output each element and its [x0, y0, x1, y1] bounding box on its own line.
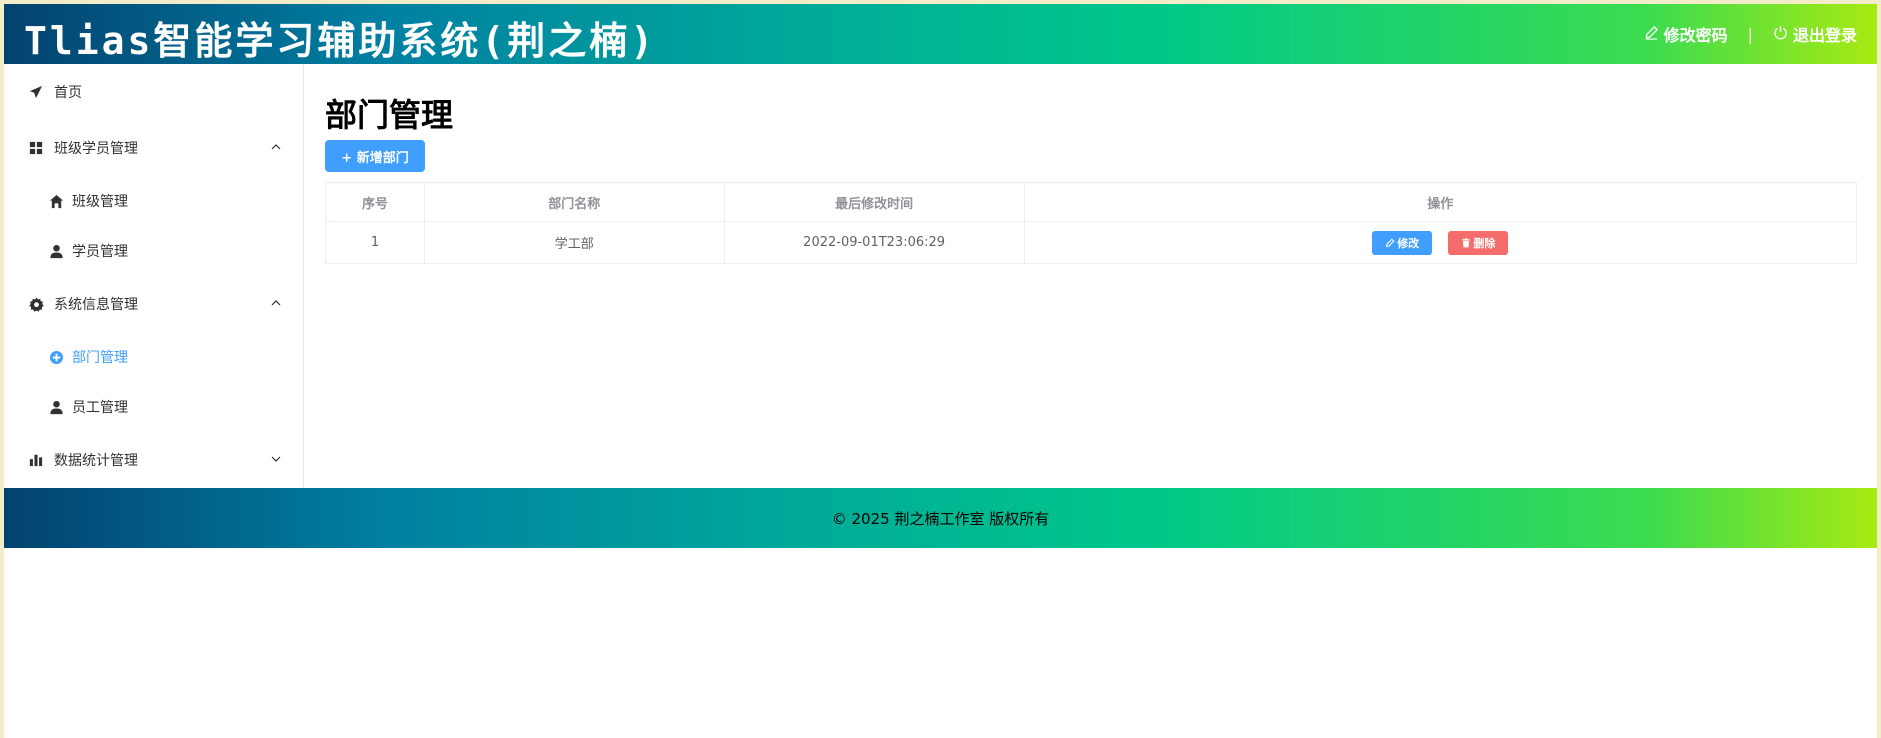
edit-label: 修改 [1397, 236, 1420, 250]
paper-plane-icon [28, 84, 44, 100]
main-content: 部门管理 + 新增部门 序号 部门名称 最后修改时间 操作 1 学工部 2022… [304, 64, 1877, 488]
column-header-actions: 操作 [1023, 182, 1858, 222]
sidebar-item-student-manage[interactable]: 学员管理 [4, 226, 304, 276]
header-actions: 修改密码 | 退出登录 [1644, 4, 1857, 64]
cell-index: 1 [325, 221, 425, 264]
delete-label: 删除 [1473, 236, 1496, 250]
change-password-button[interactable]: 修改密码 [1644, 22, 1728, 46]
chevron-up-icon [271, 300, 281, 306]
sidebar-item-dept-manage[interactable]: 部门管理 [4, 332, 304, 382]
user-icon [48, 399, 64, 415]
department-table: 序号 部门名称 最后修改时间 操作 1 学工部 2022-09-01T23:06… [325, 182, 1858, 264]
logout-label: 退出登录 [1792, 26, 1857, 45]
sidebar-item-home[interactable]: 首页 [4, 64, 304, 120]
gear-icon [28, 296, 44, 312]
sidebar-item-label: 学员管理 [72, 244, 128, 260]
cell-actions: 修改 删除 [1023, 221, 1858, 264]
footer-copyright: © 2025 荆之楠工作室 版权所有 [831, 509, 1050, 528]
footer: © 2025 荆之楠工作室 版权所有 [4, 488, 1877, 548]
table-header-row: 序号 部门名称 最后修改时间 操作 [325, 182, 1858, 222]
logout-button[interactable]: 退出登录 [1773, 22, 1857, 46]
cell-dept-name: 学工部 [423, 221, 725, 264]
sidebar: 首页 班级学员管理 班级管理 学员管理 系统信息管理 部门管理 员工管理 数据统… [4, 64, 304, 488]
sidebar-group-system[interactable]: 系统信息管理 [4, 276, 304, 332]
delete-button[interactable]: 删除 [1448, 230, 1509, 255]
cell-updated-time: 2022-09-01T23:06:29 [723, 221, 1025, 264]
app-title: Tlias智能学习辅助系统(荆之楠) [24, 19, 657, 63]
change-password-label: 修改密码 [1663, 26, 1728, 45]
sidebar-group-label: 数据统计管理 [54, 453, 138, 469]
user-icon [48, 243, 64, 259]
power-icon [1773, 25, 1788, 44]
sidebar-item-label: 班级管理 [72, 194, 128, 210]
plus-circle-icon [48, 349, 64, 365]
add-department-button[interactable]: + 新增部门 [325, 140, 425, 172]
column-header-updated: 最后修改时间 [723, 182, 1025, 222]
sidebar-group-label: 系统信息管理 [54, 297, 138, 313]
table-row: 1 学工部 2022-09-01T23:06:29 修改 删除 [325, 221, 1858, 264]
column-header-name: 部门名称 [423, 182, 725, 222]
sidebar-item-label: 部门管理 [72, 350, 128, 366]
app-root: Tlias智能学习辅助系统(荆之楠) 修改密码 | 退出登录 首页 班级学员管理… [4, 4, 1877, 738]
chevron-up-icon [271, 144, 281, 150]
sidebar-item-label: 员工管理 [72, 400, 128, 416]
edit-icon [1644, 25, 1659, 44]
header-separator: | [1747, 24, 1753, 44]
grid-icon [28, 140, 44, 156]
column-header-index: 序号 [325, 182, 425, 222]
sidebar-item-emp-manage[interactable]: 员工管理 [4, 382, 304, 432]
chevron-down-icon [271, 456, 281, 462]
trash-icon [1462, 237, 1471, 247]
edit-icon [1386, 237, 1395, 247]
sidebar-group-label: 班级学员管理 [54, 141, 138, 157]
sidebar-group-stats[interactable]: 数据统计管理 [4, 432, 304, 488]
edit-button[interactable]: 修改 [1372, 230, 1433, 255]
bar-chart-icon [28, 452, 44, 468]
sidebar-group-class-student[interactable]: 班级学员管理 [4, 120, 304, 176]
sidebar-item-class-manage[interactable]: 班级管理 [4, 176, 304, 226]
sidebar-item-label: 首页 [54, 85, 82, 101]
page-title: 部门管理 [325, 96, 454, 134]
home-icon [48, 193, 64, 209]
top-header: Tlias智能学习辅助系统(荆之楠) 修改密码 | 退出登录 [4, 4, 1877, 64]
